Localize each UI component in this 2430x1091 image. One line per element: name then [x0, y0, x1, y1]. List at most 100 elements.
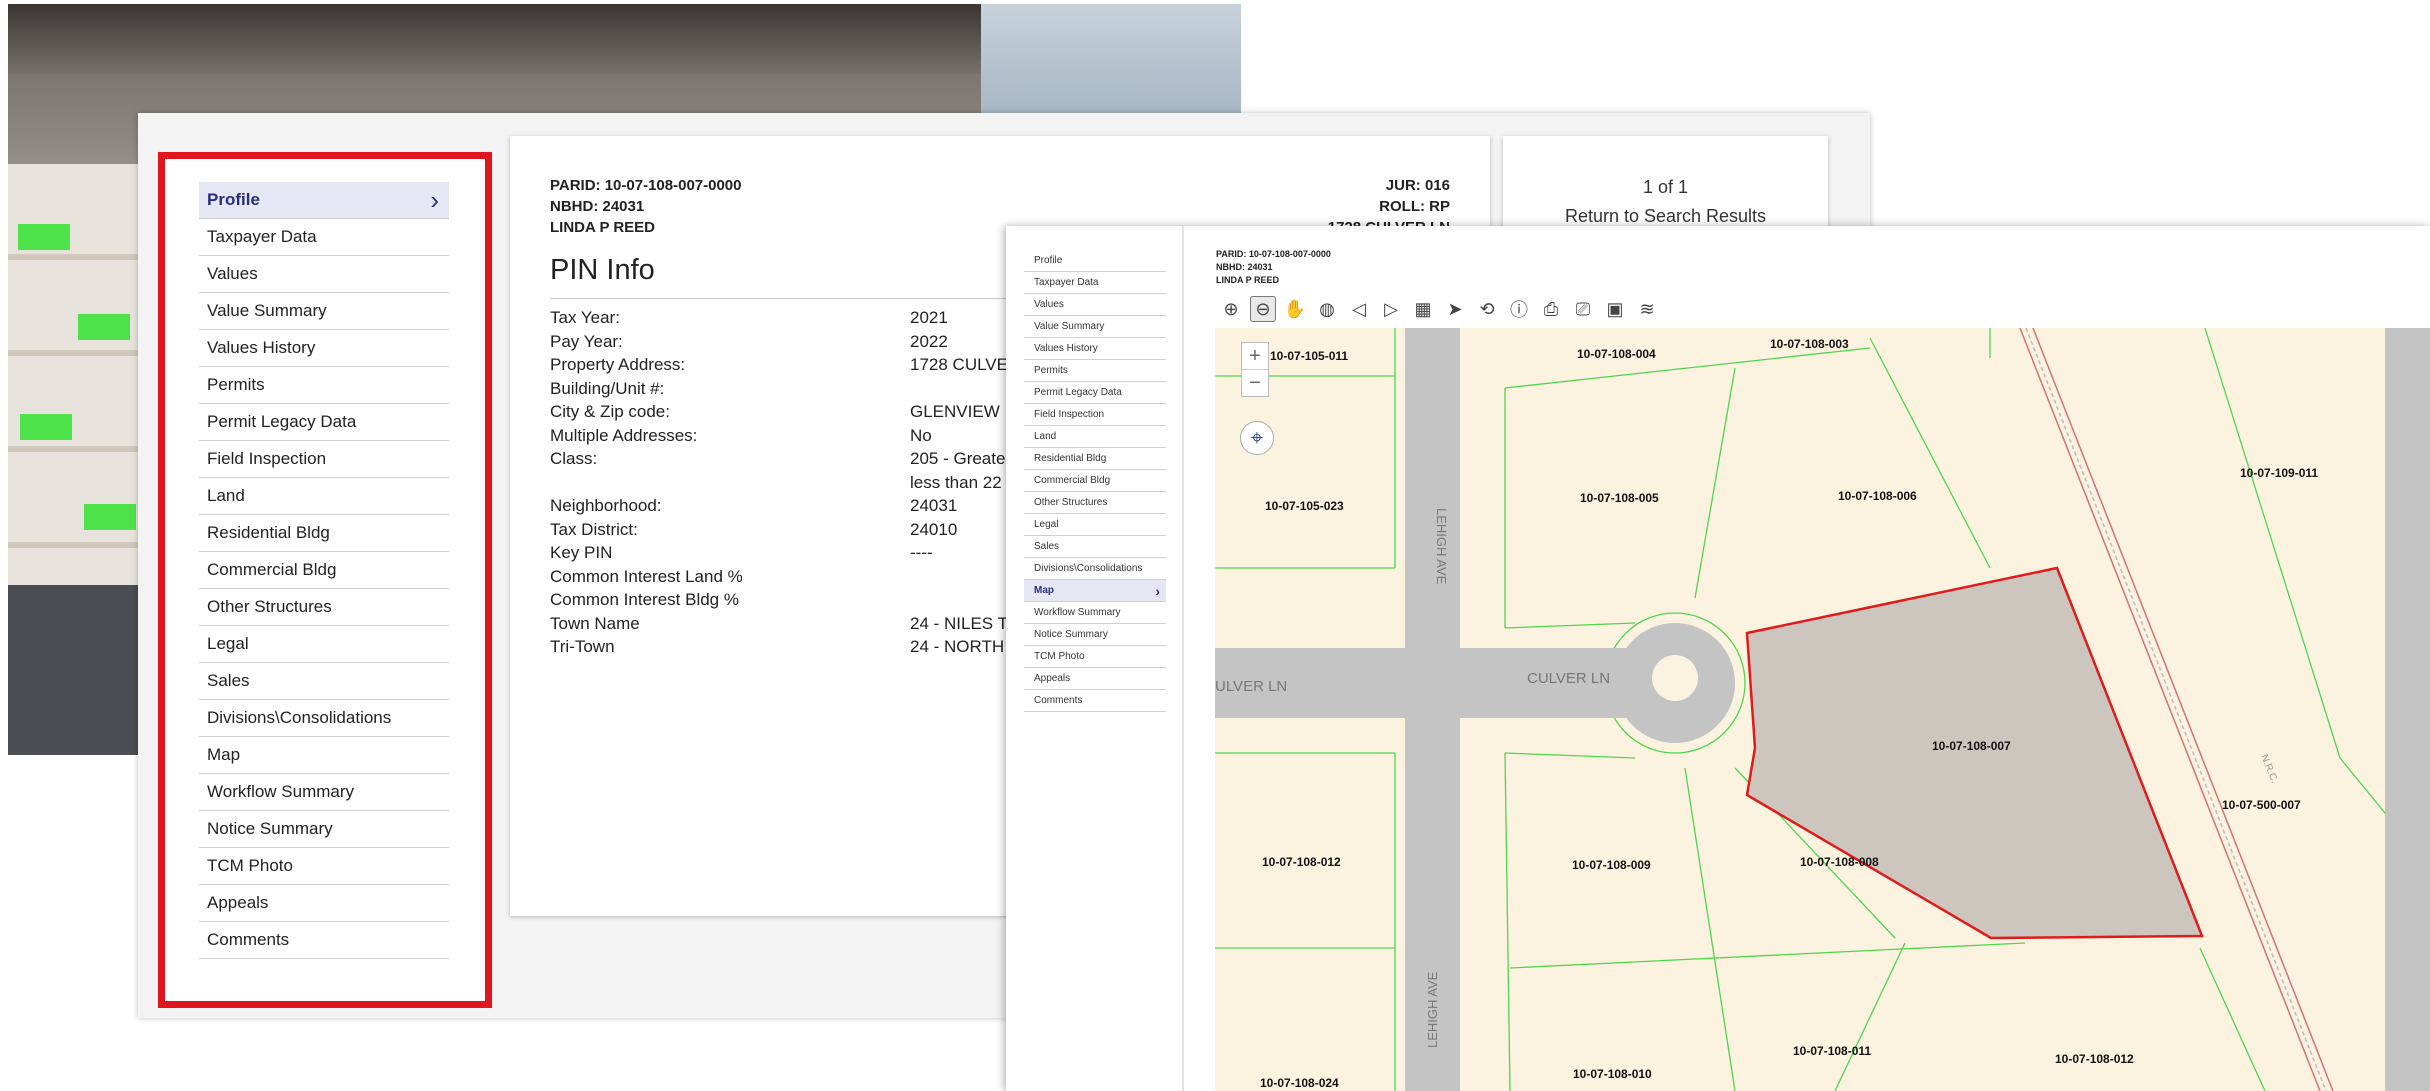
print-layout-icon[interactable]: ⎙ — [1538, 296, 1564, 322]
printer-icon[interactable]: ⎚ — [1570, 296, 1596, 322]
map-sidebar-item-taxpayer-data[interactable]: Taxpayer Data — [1024, 272, 1166, 294]
measure-icon[interactable]: ⟲ — [1474, 296, 1500, 322]
save-image-icon[interactable]: ▣ — [1602, 296, 1628, 322]
map-sidebar-item-land[interactable]: Land — [1024, 426, 1166, 448]
map-toolbar: ⊕ ⊖ ✋ ◍ ◁ ▷ ▦ ➤ ⟲ ⓘ ⎙ ⎚ ▣ ≋ — [1218, 296, 1660, 322]
locate-button[interactable]: ⌖ — [1240, 421, 1274, 455]
map-sidebar-item-permit-legacy-data[interactable]: Permit Legacy Data — [1024, 382, 1166, 404]
chevron-right-icon: › — [430, 184, 439, 215]
sidebar-item-label: Taxpayer Data — [1034, 277, 1099, 288]
map-sidebar-item-divisions-consolidations[interactable]: Divisions\Consolidations — [1024, 558, 1166, 580]
info-value: 1728 CULVE — [910, 355, 1008, 374]
map-sidebar-item-profile[interactable]: Profile — [1024, 250, 1166, 272]
map-sidebar-item-sales[interactable]: Sales — [1024, 536, 1166, 558]
sidebar-item-land[interactable]: Land — [199, 478, 449, 515]
sidebar-item-label: Land — [207, 486, 245, 505]
sidebar-item-taxpayer-data[interactable]: Taxpayer Data — [199, 219, 449, 256]
info-value: 2022 — [910, 331, 948, 351]
map-sidebar-item-tcm-photo[interactable]: TCM Photo — [1024, 646, 1166, 668]
sidebar-item-label: Legal — [1034, 519, 1059, 530]
info-row: Key PIN ---- — [550, 543, 1009, 567]
info-label: Building/Unit #: — [550, 378, 665, 398]
map-sidebar-item-permits[interactable]: Permits — [1024, 360, 1166, 382]
zoom-in-button[interactable]: + — [1242, 343, 1268, 369]
zoom-in-icon[interactable]: ⊕ — [1218, 296, 1244, 322]
sidebar-item-sales[interactable]: Sales — [199, 663, 449, 700]
info-label: Tax Year: — [550, 308, 620, 327]
info-row: Common Interest Land % — [550, 567, 1009, 591]
info-icon[interactable]: ⓘ — [1506, 296, 1532, 322]
sidebar-item-commercial-bldg[interactable]: Commercial Bldg — [199, 552, 449, 589]
sidebar-item-values-history[interactable]: Values History — [199, 330, 449, 367]
return-to-search-link[interactable]: Return to Search Results — [1503, 206, 1828, 227]
sidebar-item-tcm-photo[interactable]: TCM Photo — [199, 848, 449, 885]
parcel-label: 10-07-108-005 — [1580, 491, 1659, 505]
sidebar-item-appeals[interactable]: Appeals — [199, 885, 449, 922]
zoom-out-icon[interactable]: ⊖ — [1250, 296, 1276, 322]
sidebar-item-label: Profile — [207, 190, 260, 209]
sidebar-item-label: Map — [207, 745, 241, 764]
map-sidebar-item-values[interactable]: Values — [1024, 294, 1166, 316]
back-arrow-icon[interactable]: ◁ — [1346, 296, 1372, 322]
map-sidebar-item-other-structures[interactable]: Other Structures — [1024, 492, 1166, 514]
forward-arrow-icon[interactable]: ▷ — [1378, 296, 1404, 322]
map-sidebar-item-comments[interactable]: Comments — [1024, 690, 1166, 712]
parcel-label: 10-07-108-012 — [2055, 1052, 2134, 1066]
sidebar-item-comments[interactable]: Comments — [199, 922, 449, 959]
photo-box-label — [78, 314, 130, 340]
parcel-label: 10-07-108-011 — [1793, 1044, 1871, 1058]
sidebar-item-label: Permits — [207, 375, 265, 394]
panel-divider — [1182, 226, 1184, 1091]
info-row: City & Zip code: GLENVIEW I — [550, 402, 1009, 426]
parcel-map[interactable]: ULVER LN CULVER LN LEHIGH AVE LEHIGH AVE… — [1215, 328, 2430, 1091]
sidebar-item-label: Sales — [207, 671, 250, 690]
map-sidebar-item-value-summary[interactable]: Value Summary — [1024, 316, 1166, 338]
sidebar-item-label: Value Summary — [207, 301, 327, 320]
sidebar-item-residential-bldg[interactable]: Residential Bldg — [199, 515, 449, 552]
info-label: Neighborhood: — [550, 496, 662, 515]
select-arrow-icon[interactable]: ➤ — [1442, 296, 1468, 322]
photo-box-label — [20, 414, 72, 440]
highlighted-nav-panel: Profile › Taxpayer Data Values Value Summary… — [158, 152, 492, 1008]
sidebar-item-label: Notice Summary — [1034, 629, 1108, 640]
sidebar-item-label: Divisions\Consolidations — [1034, 563, 1143, 574]
layers-icon[interactable]: ≋ — [1634, 296, 1660, 322]
sidebar-item-divisions-consolidations[interactable]: Divisions\Consolidations — [199, 700, 449, 737]
zoom-out-button[interactable]: − — [1242, 369, 1268, 396]
sidebar-item-permit-legacy-data[interactable]: Permit Legacy Data — [199, 404, 449, 441]
sidebar-item-map[interactable]: Map — [199, 737, 449, 774]
photo-box-label — [18, 224, 70, 250]
parcel-label: 10-07-108-003 — [1770, 337, 1849, 351]
pan-hand-icon[interactable]: ✋ — [1282, 296, 1308, 322]
right-edge-road — [2385, 328, 2430, 1091]
street-label-culver-left: ULVER LN — [1215, 678, 1287, 695]
sidebar-item-notice-summary[interactable]: Notice Summary — [199, 811, 449, 848]
sidebar-item-workflow-summary[interactable]: Workflow Summary — [199, 774, 449, 811]
identify-area-icon[interactable]: ▦ — [1410, 296, 1436, 322]
sidebar-item-label: Divisions\Consolidations — [207, 708, 392, 727]
map-sidebar-item-legal[interactable]: Legal — [1024, 514, 1166, 536]
sidebar-item-label: Appeals — [1034, 673, 1071, 684]
sidebar-item-field-inspection[interactable]: Field Inspection — [199, 441, 449, 478]
sidebar-item-label: Field Inspection — [1034, 409, 1105, 420]
parcel-label: 10-07-108-009 — [1572, 858, 1651, 872]
map-sidebar-item-commercial-bldg[interactable]: Commercial Bldg — [1024, 470, 1166, 492]
parcel-label: 10-07-500-007 — [2222, 798, 2301, 812]
sidebar-item-permits[interactable]: Permits — [199, 367, 449, 404]
sidebar-item-legal[interactable]: Legal — [199, 626, 449, 663]
sidebar-item-value-summary[interactable]: Value Summary — [199, 293, 449, 330]
map-sidebar-item-residential-bldg[interactable]: Residential Bldg — [1024, 448, 1166, 470]
map-sidebar-item-map[interactable]: Map › — [1024, 580, 1166, 602]
sidebar-item-values[interactable]: Values — [199, 256, 449, 293]
globe-icon[interactable]: ◍ — [1314, 296, 1340, 322]
parid-text: PARID: 10-07-108-007-0000 — [550, 177, 742, 194]
sidebar-item-label: Field Inspection — [207, 449, 327, 468]
map-sidebar-item-field-inspection[interactable]: Field Inspection — [1024, 404, 1166, 426]
map-sidebar-item-values-history[interactable]: Values History — [1024, 338, 1166, 360]
info-value: ---- — [910, 543, 933, 562]
map-sidebar-item-notice-summary[interactable]: Notice Summary — [1024, 624, 1166, 646]
map-sidebar-item-workflow-summary[interactable]: Workflow Summary — [1024, 602, 1166, 624]
map-sidebar-item-appeals[interactable]: Appeals — [1024, 668, 1166, 690]
sidebar-item-profile[interactable]: Profile › — [199, 182, 449, 219]
sidebar-item-other-structures[interactable]: Other Structures — [199, 589, 449, 626]
